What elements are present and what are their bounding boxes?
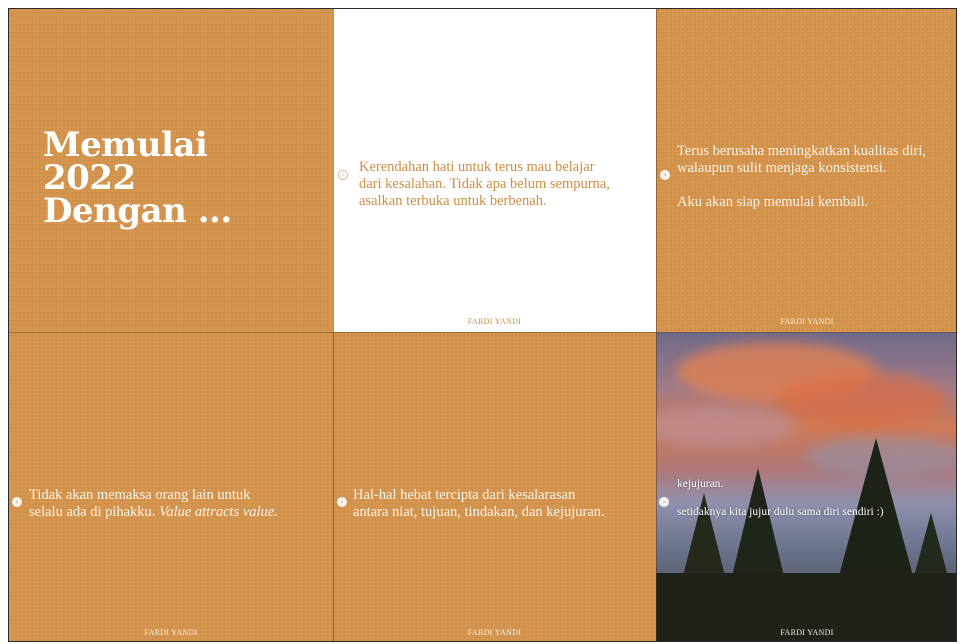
value-quote: Tidak akan memaksa orang lain untuk sela… <box>29 487 278 521</box>
carousel-next-icon[interactable]: › <box>337 497 347 507</box>
title-line-3: Dengan ... <box>43 191 232 231</box>
sunset-cloud <box>656 407 796 447</box>
sunset-cloud <box>776 372 946 427</box>
carousel-prev-icon[interactable]: ‹ <box>338 170 348 180</box>
grid-divider <box>656 9 657 641</box>
title-tile[interactable]: Memulai 2022 Dengan ... <box>9 9 333 332</box>
quote-line: walaupun sulit menjaga konsistensi. <box>677 160 887 176</box>
quote-line: setidaknya kita jujur dulu sama diri sen… <box>677 506 884 518</box>
honesty-quote: kejujuran. setidaknya kita jujur dulu sa… <box>677 477 884 519</box>
carousel-next-icon[interactable]: › <box>659 497 669 507</box>
value-tile[interactable]: › Tidak akan memaksa orang lain untuk se… <box>9 332 333 641</box>
consistency-quote: Terus berusaha meningkatkan kualitas dir… <box>677 143 926 211</box>
quote-line: kejujuran. <box>677 478 724 490</box>
quote-line: Aku akan siap memulai kembali. <box>677 194 869 210</box>
author-footer: FARDI YANDI <box>780 628 834 637</box>
harmony-quote: Hal-hal hebat tercipta dari kesalarasan … <box>353 487 605 521</box>
post-title: Memulai 2022 Dengan ... <box>43 128 232 231</box>
grid-divider <box>333 9 334 641</box>
quote-line: Terus berusaha meningkatkan kualitas dir… <box>677 143 927 159</box>
humility-tile[interactable]: ‹ Kerendahan hati untuk terus mau belaja… <box>333 9 656 332</box>
quote-line: dari kesalahan. Tidak apa belum sempurna… <box>359 176 610 192</box>
quote-italic: Value attracts value. <box>159 504 278 520</box>
humility-quote: Kerendahan hati untuk terus mau belajar … <box>359 159 610 210</box>
author-footer: FARDI YANDI <box>144 628 198 637</box>
quote-line: selalu ada di pihakku. Value attracts va… <box>29 504 278 521</box>
quote-plain: selalu ada di pihakku. <box>29 504 160 520</box>
honesty-photo-tile[interactable]: › kejujuran. setidaknya kita jujur dulu … <box>656 332 956 641</box>
author-footer: FARDI YANDI <box>467 317 522 326</box>
carousel-next-icon[interactable]: › <box>660 170 670 180</box>
quote-line: asalkan terbuka untuk berbenah. <box>359 193 547 209</box>
quote-line: Hal-hal hebat tercipta dari kesalarasan <box>353 487 576 503</box>
quote-line: Kerendahan hati untuk terus mau belajar <box>359 159 595 175</box>
instagram-grid: Memulai 2022 Dengan ... ‹ Kerendahan hat… <box>8 8 957 642</box>
quote-line: antara niat, tujuan, tindakan, dan kejuj… <box>353 504 605 520</box>
carousel-next-icon[interactable]: › <box>12 497 22 507</box>
author-footer: FARDI YANDI <box>467 628 522 637</box>
grid-divider <box>9 332 956 333</box>
consistency-tile[interactable]: › Terus berusaha meningkatkan kualitas d… <box>656 9 956 332</box>
quote-line: Tidak akan memaksa orang lain untuk <box>29 487 251 503</box>
author-footer: FARDI YANDI <box>780 317 834 326</box>
harmony-tile[interactable]: › Hal-hal hebat tercipta dari kesalarasa… <box>333 332 656 641</box>
